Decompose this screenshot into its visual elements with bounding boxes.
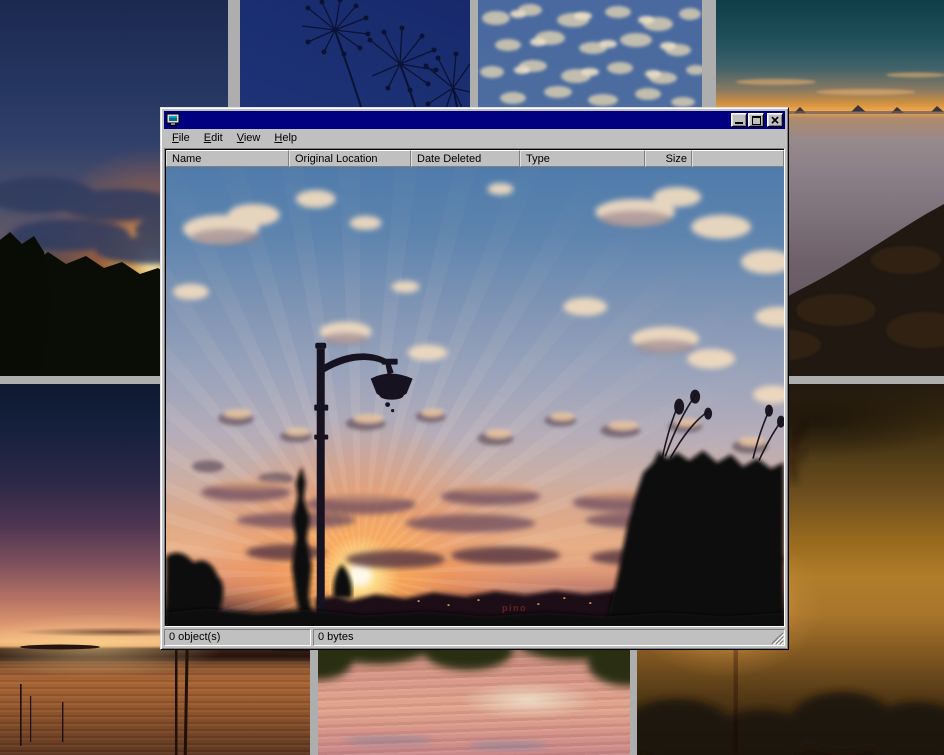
cloud-layer-top [173,183,784,404]
column-header-type[interactable]: Type [520,150,645,167]
status-total-size: 0 bytes [313,629,785,646]
column-header-date-deleted[interactable]: Date Deleted [411,150,520,167]
minimize-icon [735,122,743,124]
menu-help[interactable]: Help [267,130,304,147]
column-header-size[interactable]: Size [645,150,692,167]
maximize-button[interactable] [748,113,764,127]
sunset-lamp-photo: pino [166,167,784,626]
photo-watermark: pino [502,603,527,613]
street-lamp-silhouette [314,343,412,626]
window-titlebar[interactable] [164,111,785,129]
column-header-row: Name Original Location Date Deleted Type… [166,150,784,167]
cloud-shadows-top [192,211,695,354]
column-header-filler [692,150,784,167]
minimize-button[interactable] [731,113,747,127]
maximize-icon [752,116,761,125]
list-view[interactable]: Name Original Location Date Deleted Type… [164,148,785,627]
status-object-count: 0 object(s) [164,629,311,646]
close-button[interactable] [767,113,783,127]
cypress-silhouette [292,467,316,626]
column-header-original-location[interactable]: Original Location [289,150,411,167]
menu-bar: File Edit View Help [164,129,785,148]
computer-icon[interactable] [166,113,180,127]
menu-edit[interactable]: Edit [197,130,230,147]
close-icon [768,114,782,126]
menu-file[interactable]: File [165,130,197,147]
column-header-name[interactable]: Name [166,150,289,167]
menu-view[interactable]: View [230,130,268,147]
resize-grip[interactable] [771,632,784,645]
recycle-bin-window: File Edit View Help Name Original Locati… [160,107,789,650]
window-title [183,113,730,127]
status-bar: 0 object(s) 0 bytes [164,629,785,646]
